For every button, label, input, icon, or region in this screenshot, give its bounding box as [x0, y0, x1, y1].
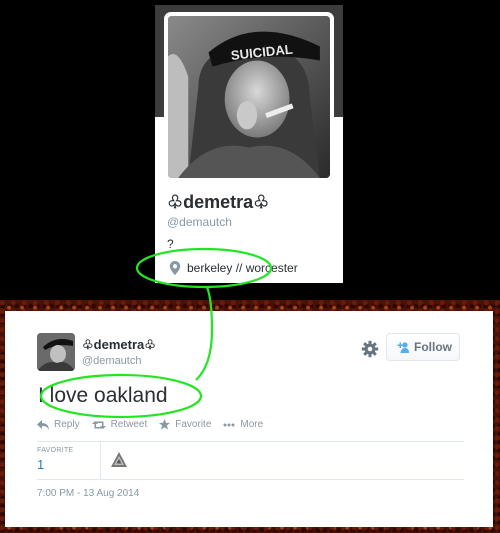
favorite-stat[interactable]: FAVORITE 1: [37, 447, 74, 472]
profile-avatar[interactable]: SUICIDAL: [164, 12, 334, 182]
more-button[interactable]: More: [223, 419, 263, 430]
favoriter-avatar[interactable]: [109, 450, 129, 470]
tweet-actions: Reply Retweet Favorite More: [37, 419, 275, 430]
map-pin-icon: [169, 261, 181, 275]
favorite-button[interactable]: Favorite: [159, 419, 211, 430]
tweet-author-handle[interactable]: @demautch: [82, 355, 141, 367]
favorite-label: Favorite: [175, 419, 212, 430]
profile-bio: ?: [167, 237, 174, 251]
retweet-icon: [91, 420, 106, 429]
follow-label: Follow: [414, 340, 452, 354]
follow-button[interactable]: Follow: [386, 333, 460, 361]
location-text: berkeley // worcester: [187, 261, 298, 275]
reply-label: Reply: [54, 419, 80, 430]
tweet-author-name[interactable]: ♧demetra♧: [82, 337, 156, 353]
profile-handle[interactable]: @demautch: [167, 215, 232, 229]
tweet-timestamp[interactable]: 7:00 PM - 13 Aug 2014: [37, 488, 139, 499]
tweet-avatar-photo: [37, 333, 75, 371]
retweet-label: Retweet: [110, 419, 148, 430]
tweet-text: I love oakland: [38, 384, 168, 407]
retweet-button[interactable]: Retweet: [91, 419, 148, 430]
star-icon: [159, 419, 171, 430]
favorite-stat-label: FAVORITE: [37, 447, 74, 454]
more-dots-icon: [223, 423, 235, 426]
profile-location: berkeley // worcester: [169, 261, 298, 275]
profile-photo: SUICIDAL: [168, 16, 330, 178]
add-user-icon: [397, 342, 409, 353]
tweet-avatar[interactable]: [37, 333, 75, 371]
profile-card: SUICIDAL ♧demetra♧ @demautch ? berkeley …: [155, 5, 343, 283]
favorite-stat-count[interactable]: 1: [37, 457, 74, 472]
reply-icon: [37, 419, 49, 430]
reply-button[interactable]: Reply: [37, 419, 80, 430]
profile-name[interactable]: ♧demetra♧: [167, 192, 269, 213]
more-label: More: [240, 419, 264, 430]
stats-divider: [100, 442, 101, 479]
gear-icon[interactable]: [361, 340, 379, 358]
tweet-card: ♧demetra♧ @demautch Follow I love oaklan…: [5, 311, 493, 527]
tweet-stats: FAVORITE 1: [37, 441, 464, 480]
